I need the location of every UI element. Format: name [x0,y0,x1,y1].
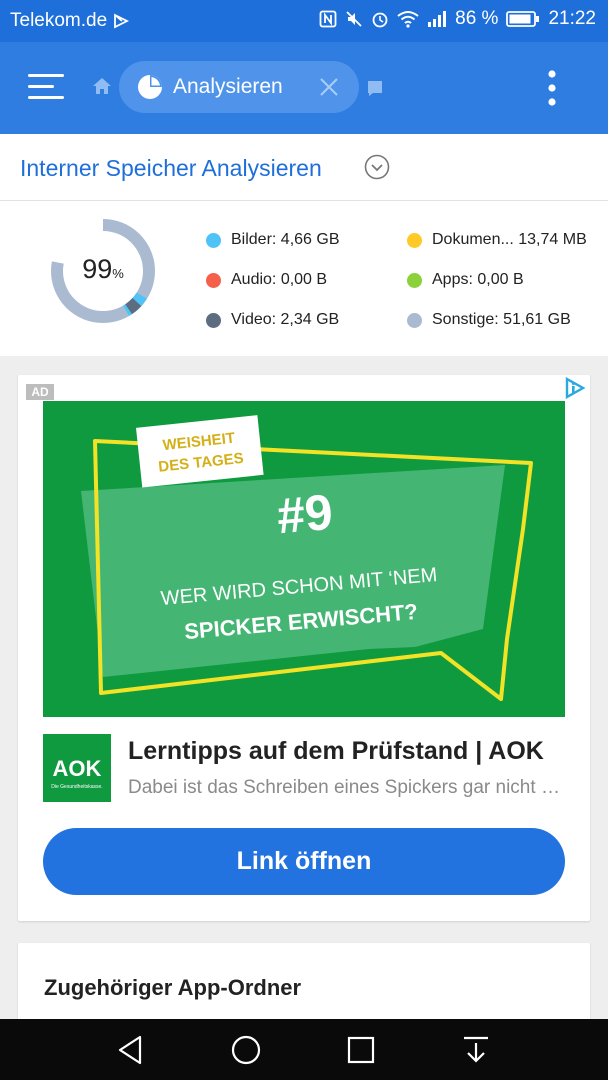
recent-apps-icon[interactable] [344,1033,378,1067]
signal-icon [428,11,447,27]
mute-icon [346,11,362,27]
system-navigation-bar [0,1019,608,1080]
tab-analysieren[interactable]: Analysieren [119,61,359,113]
legend-dot [407,312,422,328]
battery-icon [506,11,540,27]
close-icon[interactable] [319,77,339,97]
ad-card[interactable]: AD WEISHEIT DES TAGES #9 WER WIRD SCHON … [18,375,590,921]
notification-shade-icon[interactable] [459,1033,493,1067]
legend-item-images: Bilder: 4,66 GB [206,231,340,249]
legend-item-other: Sonstige: 51,61 GB [407,311,571,329]
window-icon[interactable] [366,79,384,97]
nfc-icon [319,10,337,28]
carrier-name: Telekom.de [10,10,108,31]
pie-chart-icon [138,75,162,99]
logo-text: AOK [53,756,102,781]
alarm-icon [372,12,388,28]
tab-label: Analysieren [173,75,283,98]
legend-dot [206,312,221,328]
advertiser-logo[interactable]: AOK Die Gesundheitskasse. [43,734,111,802]
battery-percent: 86 % [455,8,499,29]
ad-banner-number: #9 [275,484,335,545]
ad-headline[interactable]: Lerntipps auf dem Prüfstand | AOK [128,737,568,766]
ad-banner-image[interactable]: WEISHEIT DES TAGES #9 WER WIRD SCHON MIT… [43,401,565,717]
back-icon[interactable] [114,1033,148,1067]
chevron-down-icon[interactable] [364,154,390,180]
storage-usage-percent: 99% [82,254,124,284]
ad-badge: AD [26,384,54,400]
legend-item-audio: Audio: 0,00 B [206,271,327,289]
play-store-icon [114,13,130,29]
legend-dot [407,272,422,288]
page-title: Interner Speicher Analysieren [20,155,322,181]
legend-item-video: Video: 2,34 GB [206,311,339,329]
legend-item-documents: Dokumen... 13,74 MB [407,231,587,249]
home-button-icon[interactable] [229,1033,263,1067]
storage-title-row[interactable]: Interner Speicher Analysieren [0,134,608,201]
open-link-button[interactable]: Link öffnen [43,828,565,895]
menu-icon[interactable] [28,71,64,103]
legend-item-apps: Apps: 0,00 B [407,271,524,289]
app-bar: Analysieren [0,42,608,134]
storage-summary-card: Interner Speicher Analysieren 99% Bilder… [0,134,608,356]
wifi-icon [397,11,419,28]
more-options-icon[interactable] [540,68,564,108]
section-title: Zugehöriger App-Ordner [44,975,302,1000]
status-bar: Telekom.de 86 % 21:22 [0,0,608,42]
legend-dot [407,232,422,248]
home-icon[interactable] [92,76,112,96]
legend-dot [206,232,221,248]
ad-description[interactable]: Dabei ist das Schreiben eines Spickers g… [128,777,568,799]
adchoices-icon[interactable] [564,377,586,399]
clock: 21:22 [548,8,596,29]
logo-subtext: Die Gesundheitskasse. [51,784,102,790]
legend-dot [206,272,221,288]
